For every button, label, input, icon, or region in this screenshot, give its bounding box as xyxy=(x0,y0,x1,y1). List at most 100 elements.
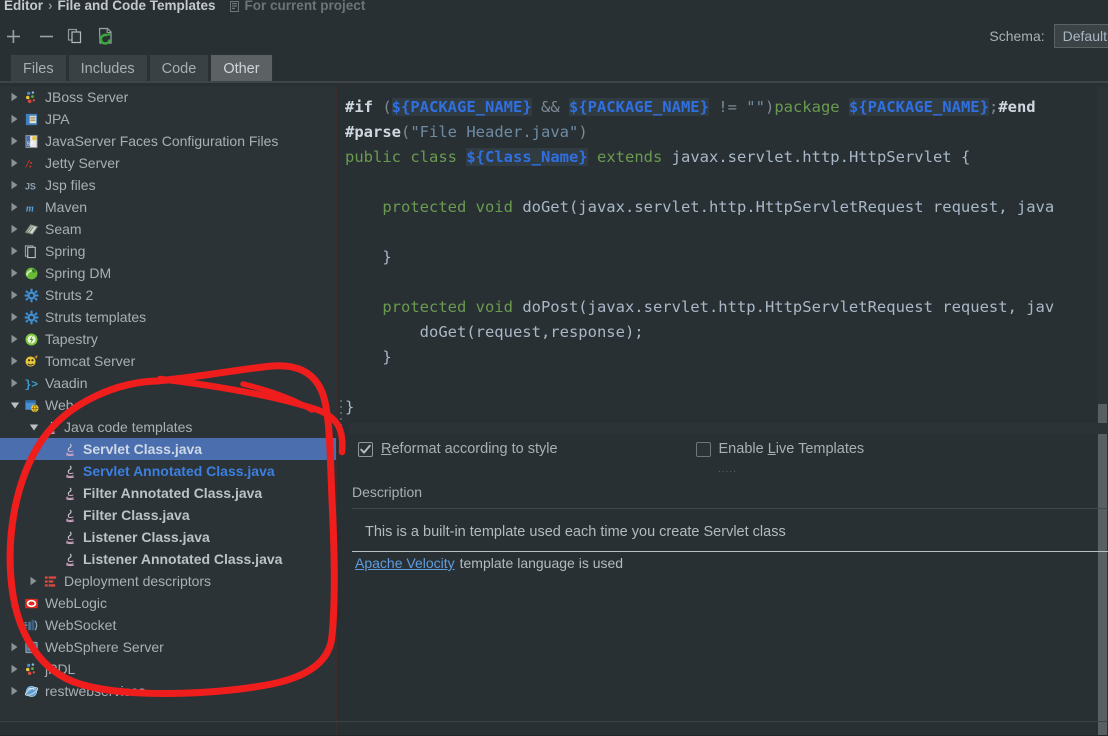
tree-item-struts-2[interactable]: Struts 2 xyxy=(0,284,336,306)
tree-item-websocket[interactable]: WebSocket xyxy=(0,614,336,636)
tree-scrollbar-thumb[interactable] xyxy=(1098,404,1107,736)
reset-to-default-button[interactable] xyxy=(92,23,118,49)
chevron-right-icon[interactable] xyxy=(6,180,23,190)
chevron-right-icon[interactable] xyxy=(6,356,23,366)
apache-velocity-link[interactable]: Apache Velocity xyxy=(355,555,455,571)
tree-item-jsp-files[interactable]: JS Jsp files xyxy=(0,174,336,196)
tree-item-maven[interactable]: m Maven xyxy=(0,196,336,218)
tree-item-listener-annotated-class-java[interactable]: Listener Annotated Class.java xyxy=(0,548,336,570)
reformat-checkbox[interactable] xyxy=(358,441,373,457)
resize-grip[interactable]: ..... xyxy=(718,464,737,475)
tree-item-label: Filter Annotated Class.java xyxy=(83,485,263,501)
tomcat-icon xyxy=(23,354,40,369)
tree-item-jetty-server[interactable]: /: Jetty Server xyxy=(0,152,336,174)
remove-template-button[interactable] xyxy=(33,23,59,49)
tree-item-websphere-server[interactable]: WebSphere Server xyxy=(0,636,336,658)
spring-icon xyxy=(23,244,40,259)
tree-item-tapestry[interactable]: Tapestry xyxy=(0,328,336,350)
tab-files[interactable]: Files xyxy=(10,54,67,82)
template-code-editor[interactable]: #if (${PACKAGE_NAME} && ${PACKAGE_NAME} … xyxy=(345,95,1108,425)
chevron-right-icon[interactable] xyxy=(6,598,23,608)
tree-item-web[interactable]: Web xyxy=(0,394,336,416)
tree-item-spring[interactable]: Spring xyxy=(0,240,336,262)
breadcrumb: Editor › File and Code Templates For cur… xyxy=(0,0,1108,14)
description-box: This is a built-in template used each ti… xyxy=(352,508,1108,552)
chevron-right-icon[interactable] xyxy=(6,92,23,102)
tree-item-label: Spring xyxy=(45,243,86,259)
tree-item-filter-annotated-class-java[interactable]: Filter Annotated Class.java xyxy=(0,482,336,504)
editor-horizontal-scrollbar[interactable] xyxy=(349,423,1108,434)
tab-includes[interactable]: Includes xyxy=(67,54,148,82)
code-token: && xyxy=(531,98,569,116)
tree-item-filter-class-java[interactable]: Filter Class.java xyxy=(0,504,336,526)
chevron-down-icon[interactable] xyxy=(25,423,42,432)
tree-item-label: Jsp files xyxy=(45,177,96,193)
panel-splitter[interactable] xyxy=(337,398,344,428)
tree-item-label: Filter Class.java xyxy=(83,507,190,523)
chevron-right-icon[interactable] xyxy=(6,246,23,256)
chevron-right-icon[interactable] xyxy=(25,576,42,586)
chevron-right-icon[interactable] xyxy=(6,224,23,234)
template-tree[interactable]: JBoss Server JPA SF JavaServer Faces Config… xyxy=(0,86,336,720)
svg-text:/:: /: xyxy=(25,158,33,170)
chevron-down-icon[interactable] xyxy=(6,401,23,410)
tab-other[interactable]: Other xyxy=(210,54,273,82)
code-token: ) xyxy=(764,98,775,116)
rest-icon xyxy=(23,684,40,699)
description-text: This is a built-in template used each ti… xyxy=(365,524,786,540)
chevron-right-icon[interactable] xyxy=(6,136,23,146)
code-token: "" xyxy=(746,98,765,116)
tree-item-weblogic[interactable]: WebLogic xyxy=(0,592,336,614)
breadcrumb-scope-label: For current project xyxy=(244,0,366,13)
tree-item-javaserver-faces-configuration-files[interactable]: SF JavaServer Faces Configuration Files xyxy=(0,130,336,152)
tab-code[interactable]: Code xyxy=(148,54,210,82)
chevron-right-icon[interactable] xyxy=(6,686,23,696)
tree-item-vaadin[interactable]: }> Vaadin xyxy=(0,372,336,394)
live-templates-checkbox-row[interactable]: Enable Live Templates xyxy=(695,441,864,457)
tree-item-jpdl[interactable]: jPDL xyxy=(0,658,336,680)
chevron-right-icon[interactable] xyxy=(6,290,23,300)
chevron-right-icon[interactable] xyxy=(6,642,23,652)
tree-item-servlet-class-java[interactable]: Servlet Class.java xyxy=(0,438,336,460)
chevron-right-icon[interactable] xyxy=(6,378,23,388)
tree-item-jpa[interactable]: JPA xyxy=(0,108,336,130)
struts-icon xyxy=(23,288,40,303)
tree-item-deployment-descriptors[interactable]: Deployment descriptors xyxy=(0,570,336,592)
chevron-right-icon[interactable] xyxy=(6,114,23,124)
chevron-right-icon[interactable] xyxy=(6,268,23,278)
tree-item-label: Maven xyxy=(45,199,88,215)
tree-item-servlet-annotated-class-java[interactable]: Servlet Annotated Class.java xyxy=(0,460,336,482)
chevron-right-icon[interactable] xyxy=(6,158,23,168)
tree-item-jboss-server[interactable]: JBoss Server xyxy=(0,86,336,108)
tree-item-label: JBoss Server xyxy=(45,89,129,105)
breadcrumb-page: File and Code Templates xyxy=(57,0,216,13)
tree-item-tomcat-server[interactable]: Tomcat Server xyxy=(0,350,336,372)
tree-item-seam[interactable]: Seam xyxy=(0,218,336,240)
chevron-right-icon[interactable] xyxy=(6,664,23,674)
add-template-button[interactable] xyxy=(0,23,26,49)
code-token: javax.servlet.http.HttpServlet { xyxy=(671,148,971,166)
tree-item-listener-class-java[interactable]: Listener Class.java xyxy=(0,526,336,548)
code-token: doGet(javax.servlet.http.HttpServletRequ… xyxy=(522,198,1055,216)
chevron-right-icon[interactable] xyxy=(6,334,23,344)
tree-item-restwebservices[interactable]: restwebservices xyxy=(0,680,336,702)
code-line: #if (${PACKAGE_NAME} && ${PACKAGE_NAME} … xyxy=(345,95,1108,120)
breadcrumb-section[interactable]: Editor xyxy=(4,0,43,13)
schema-dropdown[interactable]: Default xyxy=(1053,24,1108,48)
jboss-icon xyxy=(23,90,40,105)
code-token: ${Class_Name} xyxy=(466,148,588,166)
live-templates-checkbox[interactable] xyxy=(695,441,711,457)
copy-template-button[interactable] xyxy=(62,23,88,49)
settings-dialog: Editor › File and Code Templates For cur… xyxy=(0,0,1108,736)
tree-item-struts-templates[interactable]: Struts templates xyxy=(0,306,336,328)
reformat-checkbox-row[interactable]: Reformat according to style xyxy=(358,441,558,457)
vaadin-icon: }> xyxy=(23,376,40,390)
tree-item-java-code-templates[interactable]: Java code templates xyxy=(0,416,336,438)
chevron-right-icon[interactable] xyxy=(6,202,23,212)
schema-area: Schema: Default xyxy=(989,24,1108,48)
chevron-right-icon[interactable] xyxy=(6,312,23,322)
tree-item-spring-dm[interactable]: Spring DM xyxy=(0,262,336,284)
